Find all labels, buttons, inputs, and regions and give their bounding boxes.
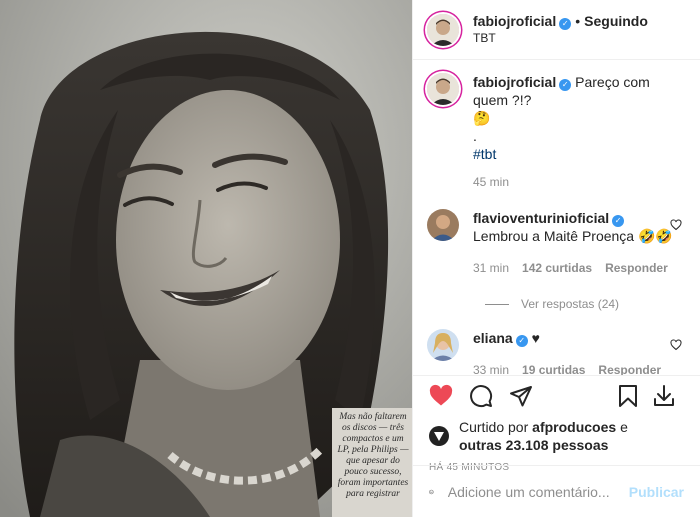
post-header: fabiojroficial ✓ • Seguindo TBT [413, 0, 700, 60]
post-location[interactable]: TBT [473, 30, 648, 47]
share-button[interactable] [509, 376, 549, 416]
reply-button[interactable]: Responder [605, 259, 668, 277]
caption: fabiojroficial ✓ Pareço com quem ?!? 🤔 . … [427, 73, 686, 191]
comment-text: Lembrou a Maitê Proença 🤣🤣 [473, 228, 673, 244]
comment-likes[interactable]: 19 curtidas [522, 361, 585, 375]
likes-prefix: Curtido por [459, 419, 529, 435]
caption-dot: . [473, 128, 477, 144]
comment-time[interactable]: 31 min [473, 259, 509, 277]
comment-like-heart-icon[interactable] [670, 339, 682, 351]
like-button[interactable] [429, 376, 469, 416]
comment-item: flavioventurinioficial ✓ Lembrou a Maitê … [427, 209, 686, 277]
comment-time[interactable]: 33 min [473, 361, 509, 375]
comment-text: ♥ [531, 330, 540, 346]
emoji-smiley-icon[interactable] [429, 480, 434, 504]
author-username[interactable]: fabiojroficial [473, 13, 556, 29]
comment-input[interactable] [447, 483, 629, 500]
hashtag-link[interactable]: #tbt [473, 145, 673, 163]
verified-badge-icon: ✓ [559, 17, 572, 30]
verified-badge-icon: ✓ [612, 215, 625, 227]
caption-emoji: 🤔 [473, 110, 491, 126]
publish-button[interactable]: Publicar [629, 484, 684, 500]
actions-section: Curtido por afproducoes e outras 23.108 … [413, 375, 700, 473]
reply-button[interactable]: Responder [598, 361, 661, 375]
heart-filled-icon [429, 384, 453, 406]
likes-connector: e [620, 419, 628, 435]
post-photo[interactable]: Mas não faltarem os discos — três compac… [0, 0, 412, 517]
liker-username[interactable]: afproducoes [532, 419, 616, 435]
add-comment-bar: Publicar [413, 465, 700, 517]
comment-author[interactable]: flavioventurinioficial [473, 210, 609, 226]
comment-likes[interactable]: 142 curtidas [522, 259, 592, 277]
comment-author[interactable]: eliana [473, 330, 513, 346]
view-replies-label: Ver respostas (24) [521, 297, 620, 311]
commenter-avatar[interactable] [427, 209, 459, 241]
replies-divider-line [485, 303, 509, 305]
comments-list[interactable]: fabiojroficial ✓ Pareço com quem ?!? 🤔 . … [413, 61, 700, 375]
likes-summary: Curtido por afproducoes e outras 23.108 … [429, 418, 684, 454]
following-button[interactable]: Seguindo [584, 13, 648, 29]
download-button[interactable] [652, 376, 692, 416]
comment-like-heart-icon[interactable] [670, 219, 682, 231]
verified-badge-icon: ✓ [515, 335, 528, 347]
verified-badge-icon: ✓ [559, 79, 572, 91]
caption-author-avatar[interactable] [427, 73, 459, 105]
liker-avatar[interactable] [429, 426, 449, 446]
speech-bubble-icon [470, 385, 493, 408]
caption-time[interactable]: 45 min [473, 173, 509, 191]
separator-dot: • [575, 12, 581, 29]
download-icon [654, 385, 674, 406]
likes-others-count[interactable]: outras 23.108 pessoas [459, 437, 608, 453]
comment-item: eliana ✓ ♥ 33 min 19 curtidas Responder [427, 329, 686, 375]
magazine-clipping-text: Mas não faltarem os discos — três compac… [337, 412, 409, 499]
caption-author[interactable]: fabiojroficial [473, 74, 556, 90]
bookmark-icon [619, 385, 637, 407]
view-replies-button[interactable]: Ver respostas (24) [485, 297, 686, 311]
save-button[interactable] [616, 376, 656, 416]
paper-plane-icon [510, 386, 532, 407]
comment-button[interactable] [469, 376, 509, 416]
action-icons [429, 376, 684, 416]
post-panel: fabiojroficial ✓ • Seguindo TBT fabiojrofic… [412, 0, 700, 517]
commenter-avatar[interactable] [427, 329, 459, 361]
author-avatar[interactable] [427, 13, 459, 46]
